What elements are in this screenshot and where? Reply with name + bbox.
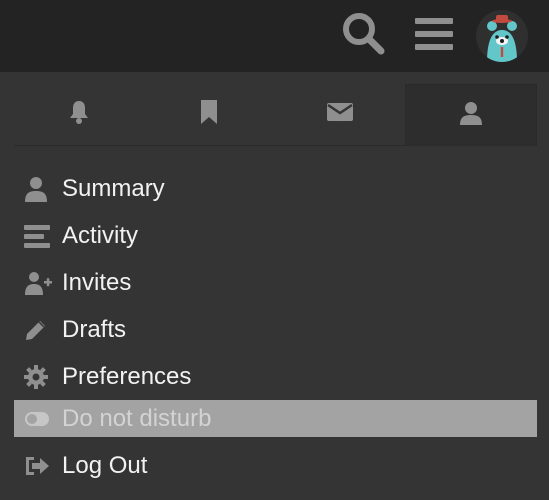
search-button[interactable] <box>336 0 392 72</box>
tab-notifications[interactable] <box>14 84 145 146</box>
menu-item-summary[interactable]: Summary <box>14 165 537 212</box>
user-icon <box>459 101 483 130</box>
menu-item-activity[interactable]: Activity <box>14 212 537 259</box>
bear-avatar <box>476 10 528 62</box>
user-plus-icon <box>14 271 62 295</box>
gear-icon <box>14 364 62 389</box>
menu-item-preferences[interactable]: Preferences <box>14 353 537 400</box>
tab-bookmarks[interactable] <box>144 84 275 146</box>
user-menu-screen: Summary Activity Invites Drafts Preferen… <box>0 0 549 500</box>
menu-item-drafts[interactable]: Drafts <box>14 306 537 353</box>
sign-out-icon <box>14 455 62 477</box>
menu-item-label: Summary <box>62 174 165 202</box>
user-icon <box>14 176 62 202</box>
menu-item-label: Drafts <box>62 315 127 343</box>
avatar <box>476 10 528 62</box>
tab-profile[interactable] <box>404 84 537 146</box>
top-header <box>0 0 549 72</box>
menu-item-label: Log Out <box>62 451 148 479</box>
menu-item-do-not-disturb[interactable]: Do not disturb <box>14 400 537 437</box>
profile-menu-list: Summary Activity Invites Drafts Preferen… <box>14 165 537 489</box>
menu-tabs <box>14 84 537 146</box>
bell-icon <box>67 99 91 130</box>
toggle-off-icon <box>14 411 62 427</box>
menu-item-label: Activity <box>62 221 139 249</box>
hamburger-icon <box>415 17 453 56</box>
menu-button[interactable] <box>406 0 462 72</box>
user-menu-panel: Summary Activity Invites Drafts Preferen… <box>0 72 549 500</box>
tab-messages[interactable] <box>274 84 405 146</box>
search-icon <box>341 11 387 62</box>
menu-item-label: Preferences <box>62 362 192 390</box>
avatar-button[interactable] <box>474 0 530 72</box>
menu-item-label: Do not disturb <box>62 404 212 432</box>
menu-item-logout[interactable]: Log Out <box>14 442 537 489</box>
stream-icon <box>14 224 62 248</box>
menu-item-invites[interactable]: Invites <box>14 259 537 306</box>
menu-item-label: Invites <box>62 268 132 296</box>
envelope-icon <box>326 102 354 127</box>
bookmark-icon <box>199 99 219 130</box>
pencil-icon <box>14 318 62 342</box>
